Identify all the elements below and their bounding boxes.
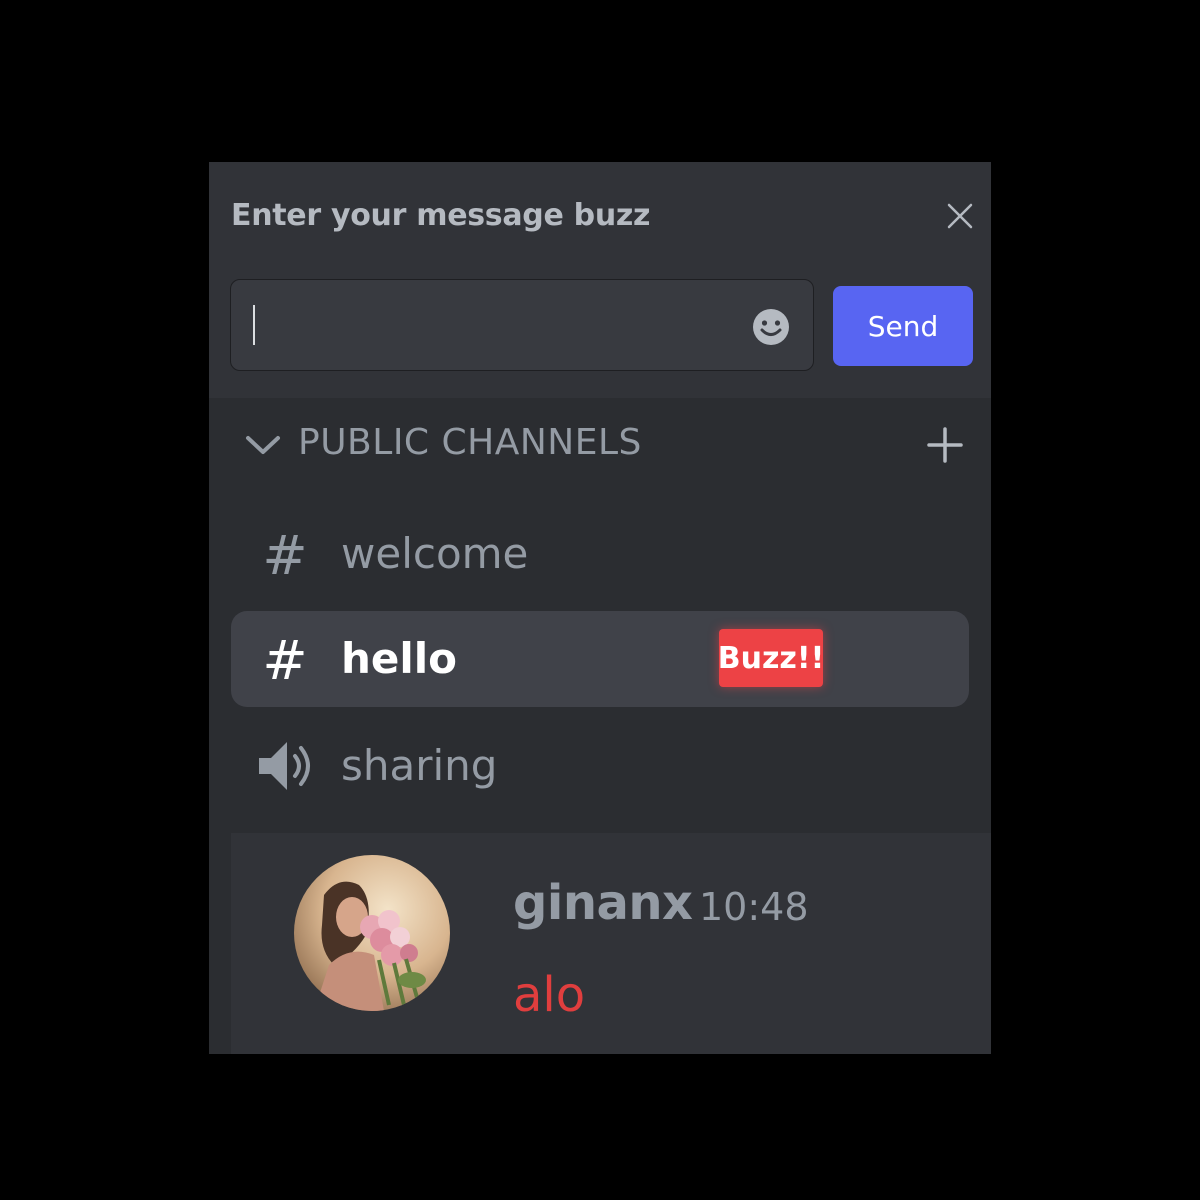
public-channels-header[interactable]: PUBLIC CHANNELS	[243, 418, 973, 472]
close-button[interactable]	[944, 200, 976, 232]
composer-header: Enter your message buzz Send	[209, 162, 991, 398]
message-item: ginanx 10:48 alo	[231, 833, 991, 1054]
emoji-button[interactable]	[751, 307, 791, 347]
section-label: PUBLIC CHANNELS	[298, 422, 642, 463]
user-avatar[interactable]	[294, 855, 450, 1011]
message-input-box	[230, 279, 814, 371]
dialog-title: Enter your message buzz	[231, 198, 651, 233]
buzz-badge: Buzz!!	[718, 629, 824, 687]
buzz-panel: Enter your message buzz Send PUBLIC CHAN…	[209, 162, 991, 1054]
send-button[interactable]: Send	[833, 286, 973, 366]
channel-name: welcome	[341, 529, 529, 578]
channel-welcome[interactable]: # welcome	[231, 506, 969, 602]
chevron-down-icon[interactable]	[243, 430, 283, 460]
hash-icon: #	[262, 524, 308, 587]
hash-icon: #	[262, 629, 308, 692]
message-author[interactable]: ginanx	[513, 875, 693, 931]
channel-name: sharing	[341, 741, 498, 790]
message-timestamp: 10:48	[699, 885, 809, 929]
plus-icon[interactable]	[927, 427, 963, 463]
channel-hello[interactable]: # hello Buzz!!	[231, 611, 969, 707]
channel-name: hello	[341, 634, 458, 683]
close-icon	[947, 203, 973, 229]
message-text: alo	[513, 967, 586, 1023]
text-caret	[253, 305, 255, 345]
emoji-smile-icon	[753, 309, 789, 345]
channel-sharing[interactable]: sharing	[231, 718, 969, 814]
message-input[interactable]	[251, 298, 735, 354]
speaker-icon	[259, 742, 310, 790]
